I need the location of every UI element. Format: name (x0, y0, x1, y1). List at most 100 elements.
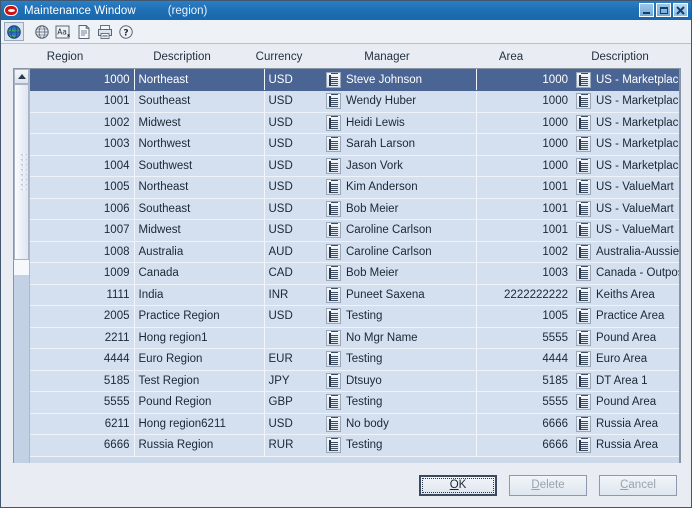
cell-currency[interactable]: USD (263, 176, 322, 199)
cell-region[interactable]: 1005 (30, 176, 135, 199)
cancel-button[interactable]: Cancel (599, 474, 677, 496)
cell-description[interactable]: Southwest (134, 155, 264, 177)
cell-area[interactable]: 1001 (475, 176, 572, 199)
window-titlebar[interactable]: Maintenance Window (region) (1, 1, 691, 20)
list-of-values-icon[interactable] (576, 437, 591, 454)
list-of-values-icon[interactable] (326, 114, 341, 131)
cell-currency[interactable]: USD (263, 198, 322, 220)
lov-cell[interactable] (572, 112, 592, 134)
cell-region[interactable]: 5185 (30, 370, 135, 392)
print-icon[interactable] (95, 22, 115, 41)
cell-description[interactable]: Test Region (134, 370, 264, 392)
lov-cell[interactable] (322, 413, 342, 435)
scrollbar-track-lower[interactable] (14, 275, 29, 485)
list-of-values-icon[interactable] (576, 179, 591, 196)
cell-area[interactable]: 1000 (475, 112, 572, 134)
cell-description[interactable]: Pound Region (134, 391, 264, 414)
cell-currency[interactable]: USD (263, 413, 322, 435)
cell-manager[interactable]: Puneet Saxena (342, 284, 476, 306)
cell-area-description[interactable]: Pound Area (592, 391, 679, 414)
lov-cell[interactable] (322, 133, 342, 156)
scroll-up-arrow-icon[interactable] (14, 69, 29, 84)
cell-description[interactable]: Australia (134, 241, 264, 263)
cell-description[interactable]: Northeast (134, 69, 264, 91)
list-of-values-icon[interactable] (576, 265, 591, 282)
table-row[interactable]: 1007 Midwest USD Caroline Carlson 1001 US - V… (30, 219, 679, 242)
cell-manager[interactable]: Kim Anderson (342, 176, 476, 199)
cell-area[interactable]: 5185 (475, 370, 572, 392)
cell-region[interactable]: 6666 (30, 434, 135, 457)
table-row[interactable]: 1002 Midwest USD Heidi Lewis 1000 US - Market… (30, 112, 679, 134)
cell-manager[interactable]: Testing (342, 348, 476, 371)
list-of-values-icon[interactable] (326, 136, 341, 153)
cell-currency[interactable]: USD (263, 305, 322, 328)
table-row[interactable]: 2211 Hong region1 No Mgr Name 5555 Pound Are… (30, 327, 679, 349)
lov-cell[interactable] (322, 176, 342, 199)
cell-area-description[interactable]: Canada - Outpost (592, 262, 679, 285)
cell-area[interactable]: 1000 (475, 133, 572, 156)
cell-description[interactable]: Southeast (134, 90, 264, 113)
cell-currency[interactable]: RUR (263, 434, 322, 457)
help-icon[interactable]: ? (116, 22, 136, 41)
list-of-values-icon[interactable] (326, 222, 341, 239)
cell-manager[interactable]: Testing (342, 391, 476, 414)
cell-area-description[interactable]: US - ValueMart (592, 219, 679, 242)
list-of-values-icon[interactable] (576, 351, 591, 368)
list-of-values-icon[interactable] (576, 157, 591, 174)
list-of-values-icon[interactable] (576, 286, 591, 303)
document-icon[interactable] (74, 22, 94, 41)
cell-description[interactable]: Hong region6211 (134, 413, 264, 435)
cell-area[interactable]: 6666 (475, 434, 572, 457)
cell-currency[interactable]: GBP (263, 391, 322, 414)
lov-cell[interactable] (572, 241, 592, 263)
cell-description[interactable]: Practice Region (134, 305, 264, 328)
cell-area[interactable]: 1003 (475, 262, 572, 285)
list-of-values-icon[interactable] (576, 200, 591, 217)
cell-area-description[interactable]: Keiths Area (592, 284, 679, 306)
cell-currency[interactable]: EUR (263, 348, 322, 371)
cell-manager[interactable]: Caroline Carlson (342, 219, 476, 242)
cell-area[interactable]: 5555 (475, 391, 572, 414)
table-row[interactable]: 1003 Northwest USD Sarah Larson 1000 US - Mar… (30, 133, 679, 156)
lov-cell[interactable] (572, 219, 592, 242)
cell-region[interactable]: 1009 (30, 262, 135, 285)
cell-region[interactable]: 1008 (30, 241, 135, 263)
maximize-button[interactable] (656, 3, 671, 17)
cell-currency[interactable]: INR (263, 284, 322, 306)
cell-area-description[interactable]: Australia-AussieMart (592, 241, 679, 263)
cell-description[interactable]: Midwest (134, 112, 264, 134)
cell-area[interactable]: 1001 (475, 198, 572, 220)
cell-manager[interactable]: Wendy Huber (342, 90, 476, 113)
table-row[interactable]: 1005 Northeast USD Kim Anderson 1001 US - Val… (30, 176, 679, 199)
cell-area[interactable]: 6666 (475, 413, 572, 435)
lov-cell[interactable] (322, 327, 342, 349)
cell-currency[interactable]: USD (263, 155, 322, 177)
lov-cell[interactable] (572, 327, 592, 349)
cell-region[interactable]: 2211 (30, 327, 135, 349)
lov-cell[interactable] (322, 69, 342, 91)
list-of-values-icon[interactable] (326, 93, 341, 110)
cell-region[interactable]: 4444 (30, 348, 135, 371)
cell-description[interactable]: Northeast (134, 176, 264, 199)
minimize-button[interactable] (639, 3, 654, 17)
cell-manager[interactable]: Sarah Larson (342, 133, 476, 156)
cell-area-description[interactable]: US - Marketplace (592, 69, 679, 91)
cell-area-description[interactable]: US - Marketplace (592, 133, 679, 156)
cell-area-description[interactable]: US - Marketplace (592, 112, 679, 134)
cell-currency[interactable]: USD (263, 112, 322, 134)
cell-manager[interactable]: Caroline Carlson (342, 241, 476, 263)
list-of-values-icon[interactable] (576, 394, 591, 411)
cell-description[interactable]: Midwest (134, 219, 264, 242)
cell-area-description[interactable]: US - Marketplace (592, 90, 679, 113)
table-row[interactable]: 5555 Pound Region GBP Testing 5555 Pound Area (30, 391, 679, 414)
table-row[interactable]: 1008 Australia AUD Caroline Carlson 1002 Aust… (30, 241, 679, 263)
list-of-values-icon[interactable] (576, 308, 591, 325)
cell-region[interactable]: 2005 (30, 305, 135, 328)
lov-cell[interactable] (322, 348, 342, 371)
lov-cell[interactable] (572, 284, 592, 306)
cell-region[interactable]: 1006 (30, 198, 135, 220)
table-row[interactable]: 4444 Euro Region EUR Testing 4444 Euro Area (30, 348, 679, 371)
list-of-values-icon[interactable] (576, 222, 591, 239)
lov-cell[interactable] (322, 241, 342, 263)
list-of-values-icon[interactable] (326, 179, 341, 196)
